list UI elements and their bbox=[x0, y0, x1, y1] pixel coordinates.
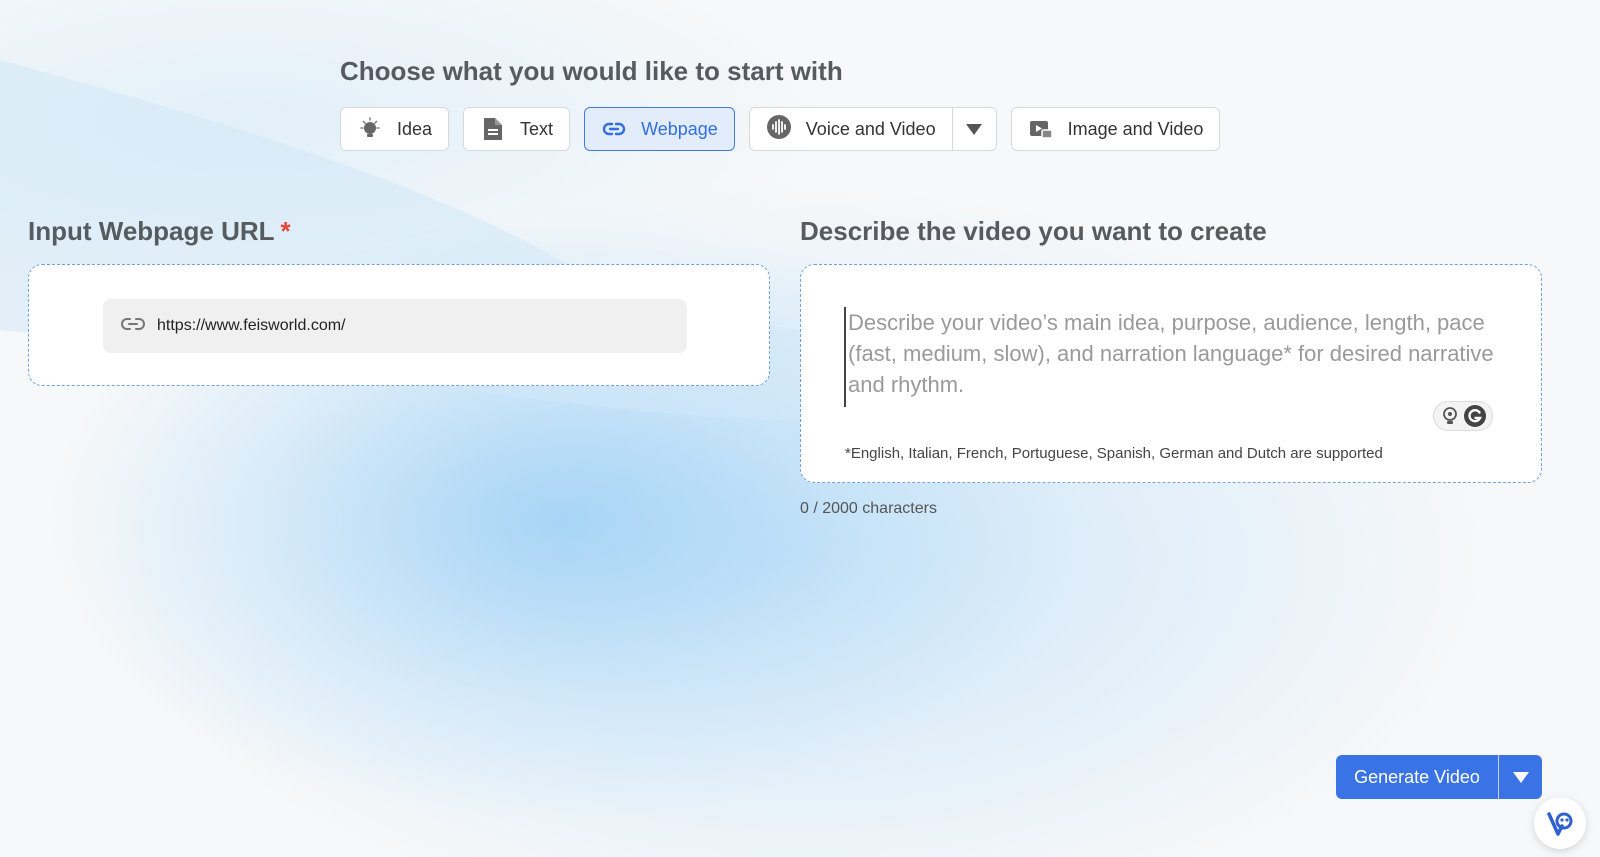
required-mark: * bbox=[280, 216, 291, 246]
mode-idea-button[interactable]: Idea bbox=[340, 107, 450, 151]
url-section-title: Input Webpage URL * bbox=[28, 216, 291, 247]
mode-voice-video-split: Voice and Video bbox=[748, 107, 997, 151]
generate-video-button[interactable]: Generate Video bbox=[1336, 755, 1499, 799]
writing-assistant-pill[interactable] bbox=[1433, 401, 1493, 431]
lightbulb-icon bbox=[1442, 407, 1457, 424]
document-icon bbox=[480, 116, 506, 142]
mode-text-label: Text bbox=[520, 118, 554, 139]
mode-webpage-button[interactable]: Webpage bbox=[584, 107, 735, 151]
language-support-note: *English, Italian, French, Portuguese, S… bbox=[845, 445, 1383, 462]
lightbulb-icon bbox=[357, 116, 383, 142]
mode-idea-label: Idea bbox=[397, 118, 433, 139]
link-icon bbox=[121, 316, 145, 337]
describe-textarea[interactable] bbox=[844, 307, 1494, 407]
url-input-wrapper bbox=[103, 299, 687, 353]
chevron-down-icon bbox=[966, 124, 983, 135]
mode-image-video-label: Image and Video bbox=[1067, 118, 1204, 139]
page-title: Choose what you would like to start with bbox=[340, 56, 843, 86]
assistant-logo-icon bbox=[1547, 812, 1573, 836]
generate-options-dropdown-button[interactable] bbox=[1499, 755, 1542, 799]
mode-voice-video-button[interactable]: Voice and Video bbox=[750, 108, 953, 150]
link-icon bbox=[601, 116, 627, 142]
mode-image-video-button[interactable]: Image and Video bbox=[1010, 107, 1221, 151]
mode-voice-video-label: Voice and Video bbox=[805, 118, 936, 139]
image-video-icon bbox=[1028, 116, 1054, 142]
url-input-panel bbox=[28, 264, 770, 386]
chevron-down-icon bbox=[1512, 772, 1529, 783]
mode-webpage-label: Webpage bbox=[641, 118, 718, 139]
url-input[interactable] bbox=[157, 317, 677, 335]
voice-video-dropdown-button[interactable] bbox=[953, 108, 996, 150]
describe-section-title: Describe the video you want to create bbox=[800, 216, 1267, 246]
mode-text-button[interactable]: Text bbox=[463, 107, 571, 151]
assistant-launcher-button[interactable] bbox=[1534, 797, 1586, 849]
character-counter: 0 / 2000 characters bbox=[800, 500, 937, 517]
describe-panel: *English, Italian, French, Portuguese, S… bbox=[800, 264, 1542, 483]
audio-wave-icon bbox=[766, 114, 792, 145]
url-section-title-text: Input Webpage URL bbox=[28, 216, 275, 246]
grammarly-icon bbox=[1463, 405, 1486, 427]
mode-selector: Idea Text Webpage Voice and Video Image … bbox=[340, 107, 1221, 151]
generate-video-split: Generate Video bbox=[1336, 755, 1542, 799]
